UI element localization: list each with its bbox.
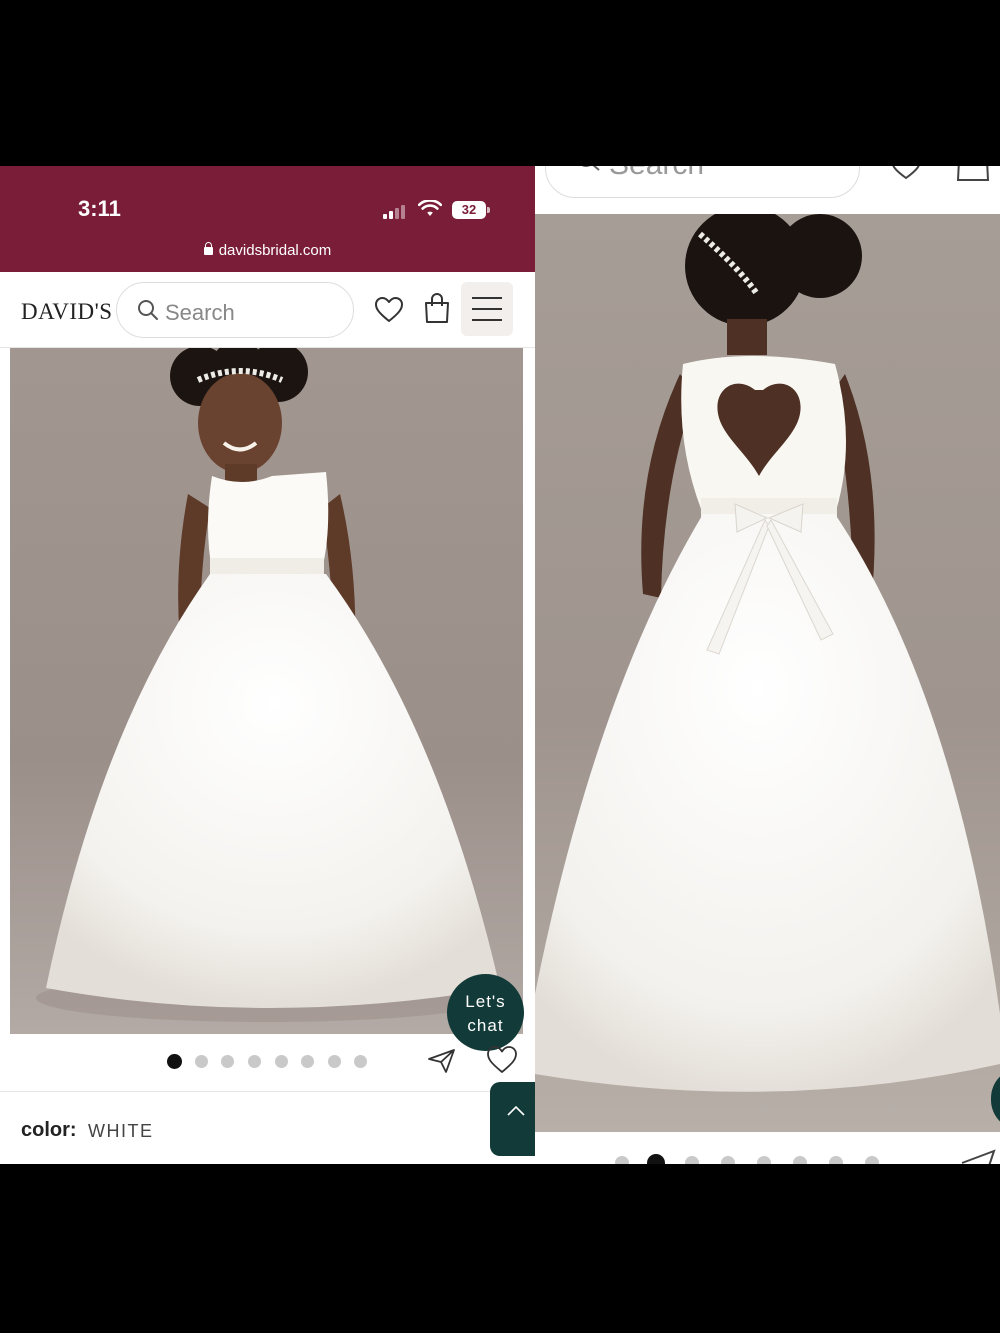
share-icon[interactable] [427,1048,457,1074]
cellular-signal-icon [383,203,409,219]
gallery-dot[interactable] [793,1156,807,1164]
search-icon [138,300,158,320]
gallery-dot[interactable] [685,1156,699,1164]
scroll-to-top-button[interactable] [490,1082,535,1156]
gallery-dot[interactable] [647,1154,665,1164]
gallery-dot[interactable] [195,1055,208,1068]
shopping-bag-icon[interactable] [955,166,991,184]
share-icon[interactable] [960,1149,996,1164]
url-text: davidsbridal.com [218,242,332,259]
heart-icon[interactable] [374,296,404,324]
chevron-up-icon [507,1106,525,1116]
right-screenshot: Search [535,166,1000,1164]
heart-icon[interactable] [890,166,922,182]
color-value: WHITE [88,1121,154,1141]
product-photo-front[interactable] [10,348,523,1034]
gallery-dot[interactable] [757,1156,771,1164]
product-photo-back[interactable] [535,214,1000,1132]
hamburger-menu-button[interactable] [461,282,513,336]
lock-icon [203,242,213,255]
brand-logo[interactable]: DAVID'S [21,299,113,325]
battery-indicator: 32 [452,201,490,219]
gallery-dot[interactable] [221,1055,234,1068]
search-placeholder: Search [609,166,704,182]
chat-label-line-2: chat [467,1016,504,1035]
gallery-dot[interactable] [829,1156,843,1164]
wifi-icon [418,200,442,216]
gallery-dot[interactable] [865,1156,879,1164]
divider [0,1091,535,1092]
gallery-dot[interactable] [615,1156,629,1164]
site-header: DAVID'S Search [0,272,535,348]
color-label: color: [21,1119,77,1141]
search-input[interactable]: Search [116,282,354,338]
chat-label-line-1: Let's [465,992,506,1011]
gallery-dot[interactable] [721,1156,735,1164]
search-icon [581,166,600,171]
left-screenshot: 3:11 32 davidsbridal.com DAVID'S Search [0,166,535,1164]
gallery-dot[interactable] [275,1055,288,1068]
gallery-dot[interactable] [167,1054,182,1069]
gallery-dot[interactable] [328,1055,341,1068]
chat-button[interactable]: Let's chat [447,974,524,1051]
shopping-bag-icon[interactable] [423,292,451,324]
address-bar[interactable]: davidsbridal.com [0,242,535,259]
gallery-dot[interactable] [301,1055,314,1068]
search-placeholder: Search [165,300,235,325]
gallery-dot[interactable] [248,1055,261,1068]
gallery-dot[interactable] [354,1055,367,1068]
wishlist-heart-icon[interactable] [486,1045,518,1075]
status-time: 3:11 [78,196,121,221]
